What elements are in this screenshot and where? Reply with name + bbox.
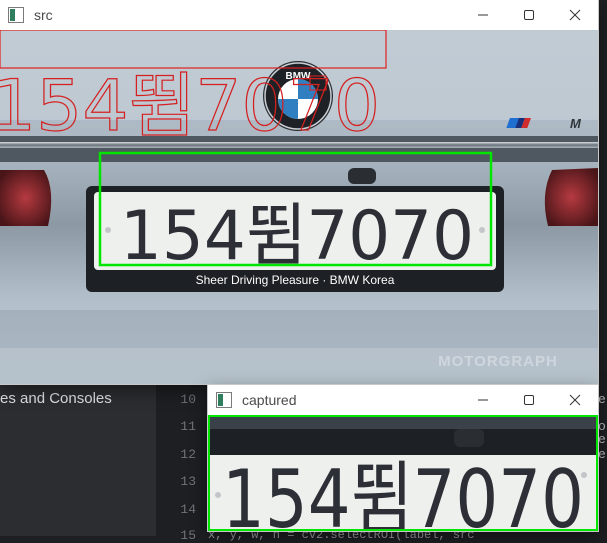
maximize-button[interactable] xyxy=(506,0,552,30)
overlay-text: 154뜀7070 xyxy=(0,65,380,147)
src-titlebar[interactable]: src xyxy=(0,0,598,30)
line-number: 14 xyxy=(180,502,196,517)
line-number: 10 xyxy=(180,392,196,407)
maximize-button[interactable] xyxy=(506,385,552,415)
right-tail-light xyxy=(544,168,598,226)
badge-text: M xyxy=(570,116,582,131)
src-image[interactable]: BMW M 154뜀7070 Sheer Driving Pleasure · … xyxy=(0,30,598,384)
line-number: 11 xyxy=(180,419,196,434)
line-number: 12 xyxy=(180,447,196,462)
minimize-icon xyxy=(478,14,488,16)
code-fragment: e xyxy=(598,447,606,462)
close-icon xyxy=(569,394,581,406)
window-title: captured xyxy=(242,392,297,408)
close-button[interactable] xyxy=(552,0,598,30)
line-number: 13 xyxy=(180,474,196,489)
captured-image[interactable]: 154뜀7070 xyxy=(208,415,598,531)
captured-plate-text: 154뜀7070 xyxy=(222,453,584,531)
minimize-icon xyxy=(478,399,488,401)
maximize-icon xyxy=(524,395,534,405)
plate-frame-text: Sheer Driving Pleasure · BMW Korea xyxy=(196,273,395,287)
captured-titlebar[interactable]: captured xyxy=(208,385,598,415)
app-icon xyxy=(8,7,24,23)
editor-gutter: 10 11 12 13 14 15 xyxy=(156,384,208,543)
explorer-item-scratches-and-consoles[interactable]: es and Consoles xyxy=(0,390,112,407)
window-title: src xyxy=(34,7,53,23)
editor-code-edge: e o e e xyxy=(598,384,607,536)
code-fragment: e xyxy=(598,392,606,407)
code-fragment: e xyxy=(598,432,606,447)
watermark-text: MOTORGRAPH xyxy=(438,353,558,370)
left-tail-light xyxy=(0,170,52,226)
maximize-icon xyxy=(524,10,534,20)
src-window[interactable]: src BMW M 154뜀7070 Sheer Driving Pleasur… xyxy=(0,0,598,384)
minimize-button[interactable] xyxy=(460,385,506,415)
captured-window[interactable]: captured 154뜀7070 xyxy=(208,385,598,531)
app-icon xyxy=(216,392,232,408)
close-button[interactable] xyxy=(552,385,598,415)
close-icon xyxy=(569,9,581,21)
minimize-button[interactable] xyxy=(460,0,506,30)
